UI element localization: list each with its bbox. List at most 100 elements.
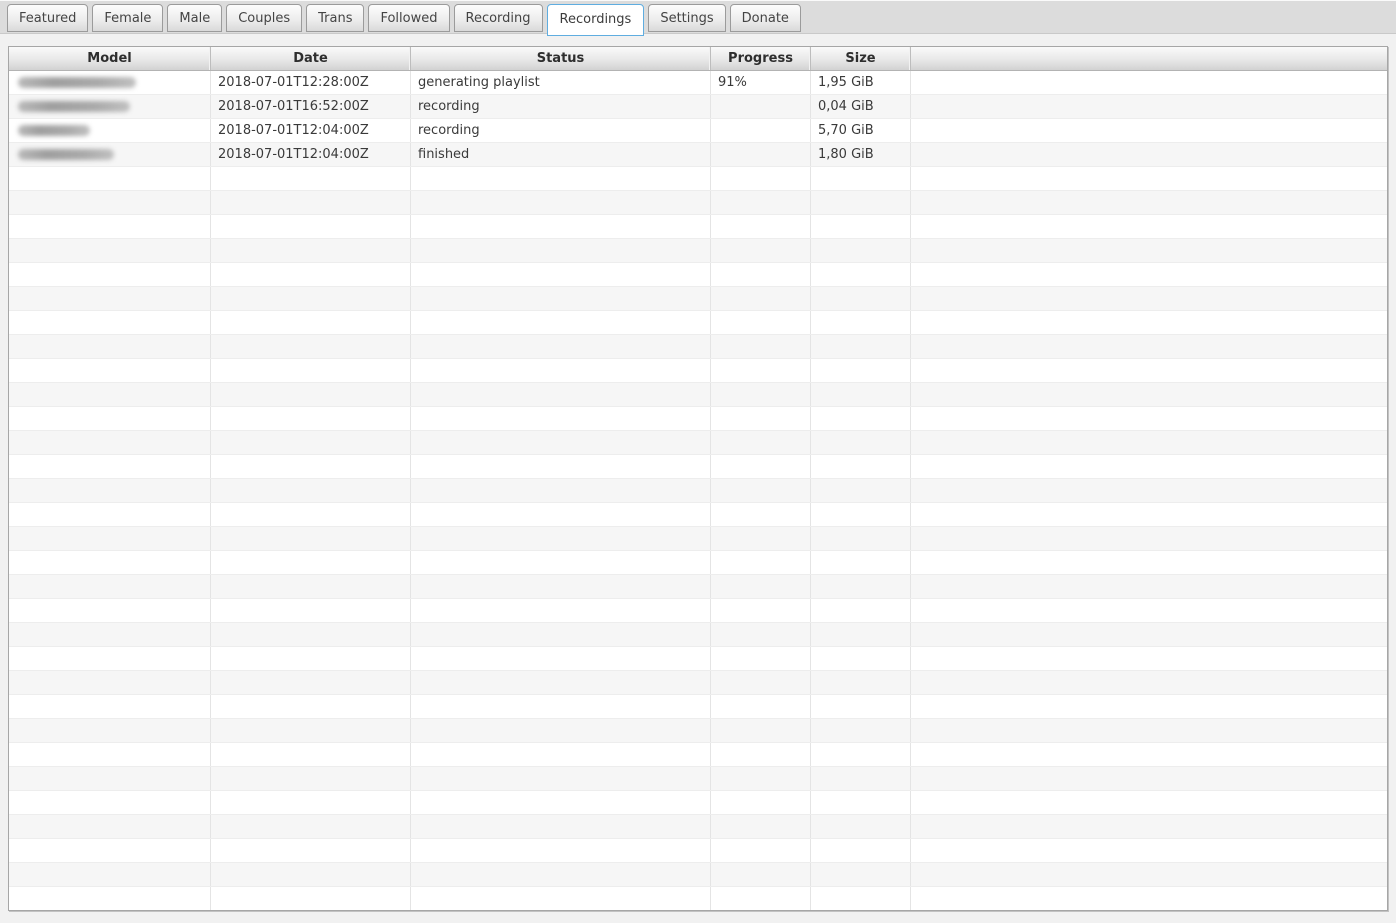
cell-date [211,623,411,646]
cell-model [9,815,211,838]
cell-size [811,263,911,286]
empty-table-row [9,335,1387,359]
cell-empty [911,719,1387,742]
cell-status [411,791,711,814]
cell-empty [911,695,1387,718]
cell-status [411,575,711,598]
tab-followed[interactable]: Followed [368,4,450,32]
cell-progress [711,551,811,574]
cell-date: 2018-07-01T16:52:00Z [211,95,411,118]
cell-size [811,431,911,454]
table-row[interactable]: 2018-07-01T16:52:00Z recording 0,04 GiB [9,95,1387,119]
cell-model [9,311,211,334]
cell-model [9,647,211,670]
empty-table-row [9,815,1387,839]
cell-progress [711,239,811,262]
cell-model [9,407,211,430]
cell-status [411,863,711,886]
cell-progress: 91% [711,71,811,94]
empty-table-row [9,671,1387,695]
tab-featured[interactable]: Featured [7,4,89,32]
cell-progress [711,95,811,118]
cell-empty [911,191,1387,214]
column-header-date[interactable]: Date [211,47,411,70]
cell-size [811,455,911,478]
cell-model [9,887,211,910]
cell-model [9,143,211,166]
cell-date: 2018-07-01T12:04:00Z [211,143,411,166]
cell-progress [711,575,811,598]
cell-progress [711,311,811,334]
cell-date [211,791,411,814]
cell-model [9,191,211,214]
empty-table-row [9,551,1387,575]
table-row[interactable]: 2018-07-01T12:04:00Z finished 1,80 GiB [9,143,1387,167]
cell-date [211,743,411,766]
cell-date [211,695,411,718]
cell-model [9,671,211,694]
empty-table-row [9,479,1387,503]
tab-trans[interactable]: Trans [306,4,365,32]
cell-size [811,599,911,622]
cell-empty [911,287,1387,310]
tab-recordings[interactable]: Recordings [546,4,645,36]
cell-date: 2018-07-01T12:28:00Z [211,71,411,94]
column-header-progress[interactable]: Progress [711,47,811,70]
cell-model [9,335,211,358]
cell-model [9,743,211,766]
cell-date [211,455,411,478]
empty-table-row [9,215,1387,239]
cell-progress [711,143,811,166]
cell-model [9,287,211,310]
column-header-model[interactable]: Model [9,47,211,70]
tab-female[interactable]: Female [92,4,164,32]
cell-size [811,743,911,766]
cell-progress [711,671,811,694]
cell-progress [711,767,811,790]
empty-table-row [9,863,1387,887]
tab-male[interactable]: Male [167,4,223,32]
cell-size [811,863,911,886]
cell-model [9,527,211,550]
cell-date [211,527,411,550]
cell-empty [911,167,1387,190]
empty-table-row [9,887,1387,910]
cell-date [211,551,411,574]
tab-recording[interactable]: Recording [453,4,543,32]
tab-couples[interactable]: Couples [226,4,303,32]
cell-status [411,695,711,718]
table-row[interactable]: 2018-07-01T12:04:00Z recording 5,70 GiB [9,119,1387,143]
column-header-size[interactable]: Size [811,47,911,70]
empty-table-row [9,599,1387,623]
cell-size [811,335,911,358]
cell-empty [911,335,1387,358]
cell-size [811,503,911,526]
cell-empty [911,239,1387,262]
cell-model [9,455,211,478]
cell-model [9,359,211,382]
cell-size [811,695,911,718]
cell-empty [911,95,1387,118]
cell-model [9,503,211,526]
column-header-status[interactable]: Status [411,47,711,70]
cell-date [211,359,411,382]
cell-size [811,383,911,406]
cell-progress [711,839,811,862]
cell-empty [911,71,1387,94]
cell-model [9,71,211,94]
cell-model [9,551,211,574]
cell-status: recording [411,119,711,142]
cell-empty [911,407,1387,430]
cell-empty [911,767,1387,790]
cell-progress [711,335,811,358]
cell-date [211,719,411,742]
cell-date [211,599,411,622]
empty-table-row [9,719,1387,743]
cell-progress [711,167,811,190]
cell-empty [911,263,1387,286]
tab-donate[interactable]: Donate [729,4,801,32]
cell-status [411,359,711,382]
tab-settings[interactable]: Settings [648,4,726,32]
table-row[interactable]: 2018-07-01T12:28:00Z generating playlist 9… [9,71,1387,95]
cell-size [811,287,911,310]
